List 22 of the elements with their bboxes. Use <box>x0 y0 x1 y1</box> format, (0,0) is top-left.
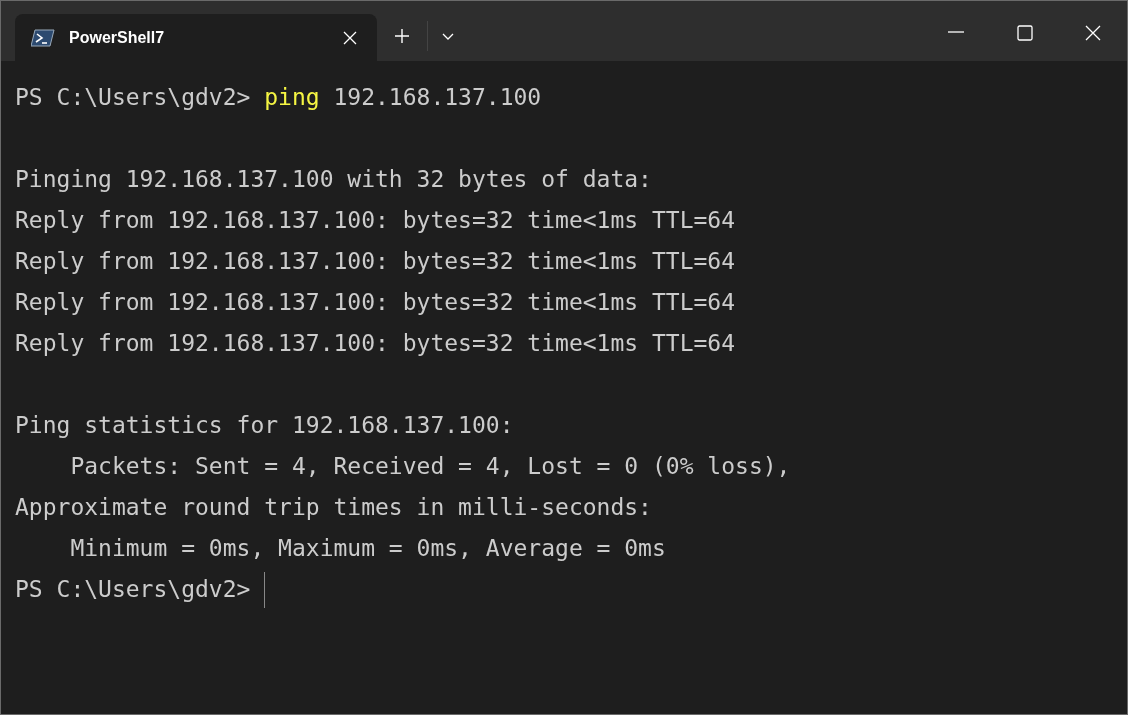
output-line: Reply from 192.168.137.100: bytes=32 time<1ms TTL=64 <box>15 206 736 235</box>
output-line: Ping statistics for 192.168.137.100: <box>15 411 514 440</box>
command-argument: 192.168.137.100 <box>333 83 542 112</box>
close-icon <box>1085 25 1101 41</box>
command-text: ping <box>264 83 320 112</box>
output-line: Minimum = 0ms, Maximum = 0ms, Average = 0ms <box>69 534 666 563</box>
prompt-text: PS C:\Users\gdv2> <box>15 575 251 604</box>
output-line: Approximate round trip times in milli-seconds: <box>15 493 652 522</box>
maximize-icon <box>1017 25 1033 41</box>
minimize-icon <box>948 31 964 33</box>
plus-icon <box>394 28 410 44</box>
prompt-text: PS C:\Users\gdv2> <box>15 83 251 112</box>
tab[interactable]: PowerShell7 <box>15 14 377 61</box>
output-line: Packets: Sent = 4, Received = 4, Lost = 0 (0% loss), <box>69 452 791 481</box>
output-line: Reply from 192.168.137.100: bytes=32 time<1ms TTL=64 <box>15 288 736 317</box>
close-icon <box>343 30 357 45</box>
output-line: Reply from 192.168.137.100: bytes=32 time<1ms TTL=64 <box>15 247 736 276</box>
terminal-prompt-icon <box>31 28 55 47</box>
output-line: Reply from 192.168.137.100: bytes=32 time<1ms TTL=64 <box>15 329 736 358</box>
tab-title: PowerShell7 <box>69 27 166 48</box>
output-line: Pinging 192.168.137.100 with 32 bytes of data: <box>15 165 652 194</box>
chevron-down-icon <box>442 32 454 40</box>
